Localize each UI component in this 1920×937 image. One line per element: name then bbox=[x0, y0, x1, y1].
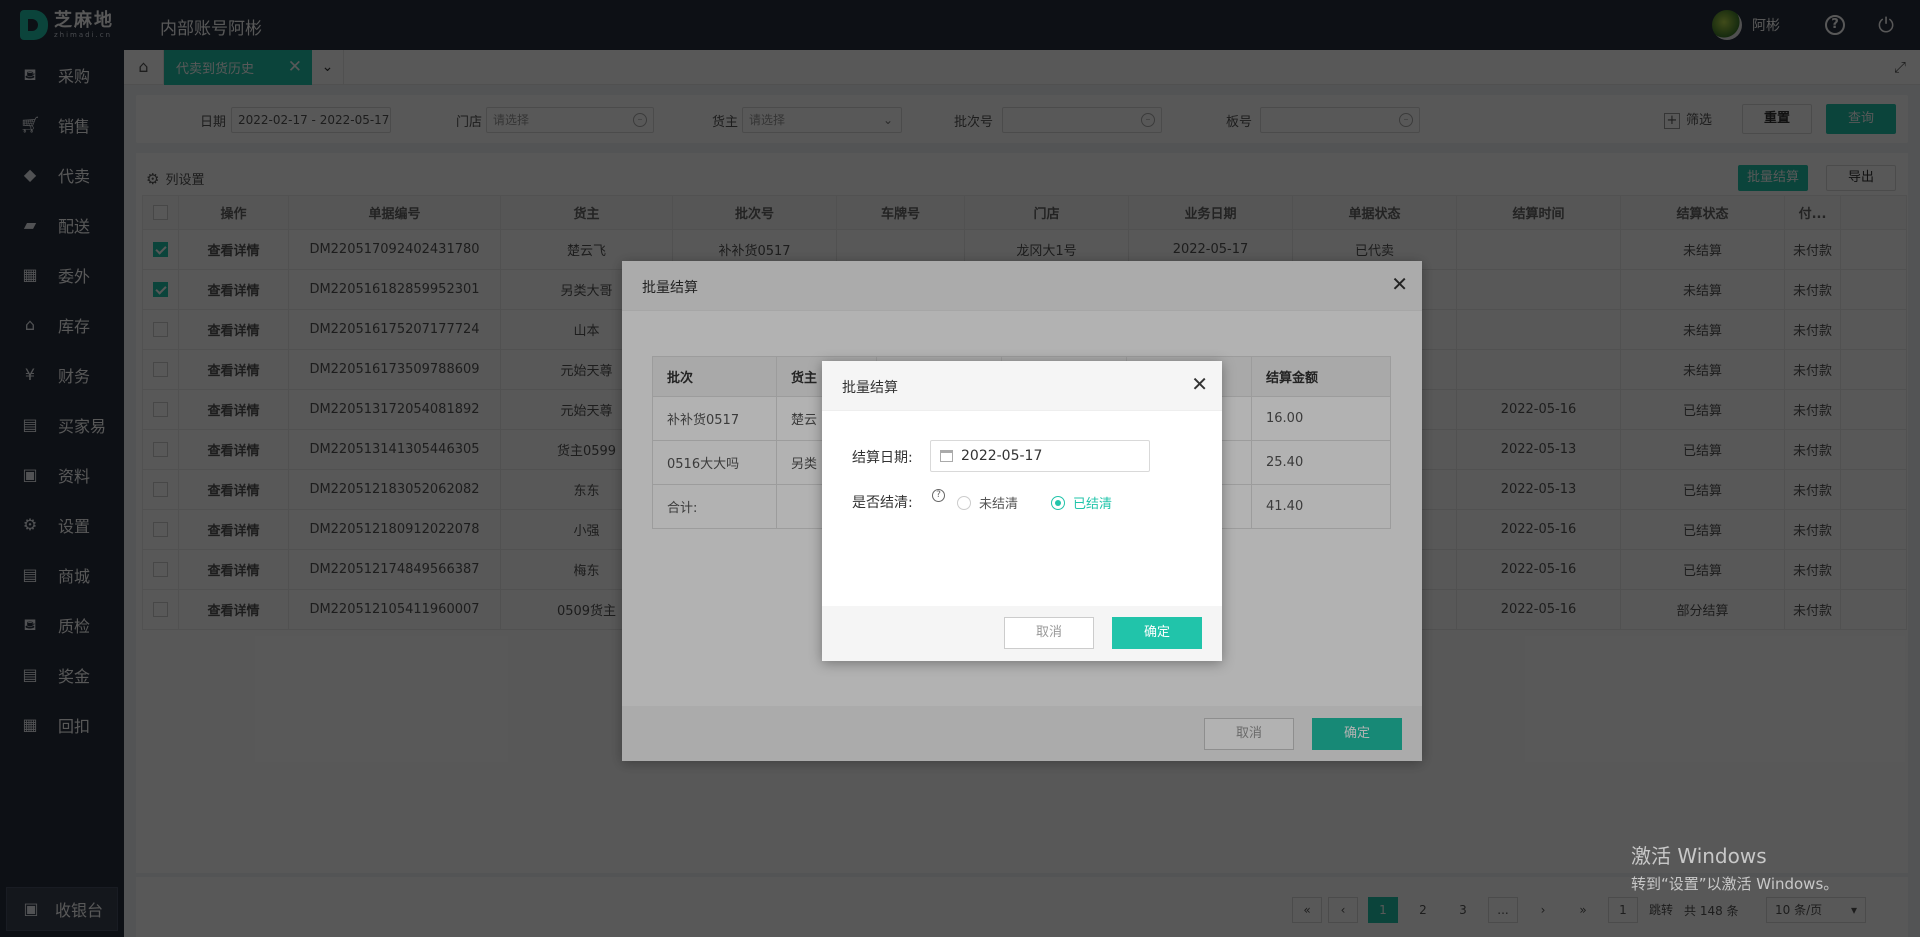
radio-unsettled-label: 未结清 bbox=[979, 497, 1019, 512]
watermark-line2: 转到“设置”以激活 Windows。 bbox=[1631, 875, 1839, 893]
settle-confirm-dialog: 批量结算 ✕ 结算日期: 2022-05-17 是否结清: ? 未结清 已结清 … bbox=[822, 361, 1222, 661]
settle-date-label: 结算日期: bbox=[852, 450, 913, 466]
radio-selected-icon bbox=[1051, 495, 1065, 510]
confirm-button[interactable]: 确定 bbox=[1112, 617, 1202, 649]
close-icon[interactable]: ✕ bbox=[1191, 373, 1208, 395]
settle-clear-label: 是否结清: bbox=[852, 495, 913, 511]
windows-activation-watermark: 激活 Windows 转到“设置”以激活 Windows。 bbox=[1631, 840, 1838, 894]
radio-circle-icon bbox=[957, 495, 971, 510]
help-icon[interactable]: ? bbox=[932, 489, 945, 502]
radio-settled-label: 已结清 bbox=[1073, 497, 1113, 512]
settle-date-value: 2022-05-17 bbox=[961, 448, 1043, 464]
radio-settled[interactable]: 已结清 bbox=[1051, 493, 1112, 512]
settle-date-input[interactable]: 2022-05-17 bbox=[930, 440, 1150, 472]
dialog-title: 批量结算 bbox=[842, 380, 898, 396]
radio-unsettled[interactable]: 未结清 bbox=[957, 493, 1018, 512]
watermark-line1: 激活 Windows bbox=[1631, 844, 1767, 868]
calendar-icon bbox=[940, 450, 953, 462]
cancel-button[interactable]: 取消 bbox=[1004, 617, 1094, 649]
